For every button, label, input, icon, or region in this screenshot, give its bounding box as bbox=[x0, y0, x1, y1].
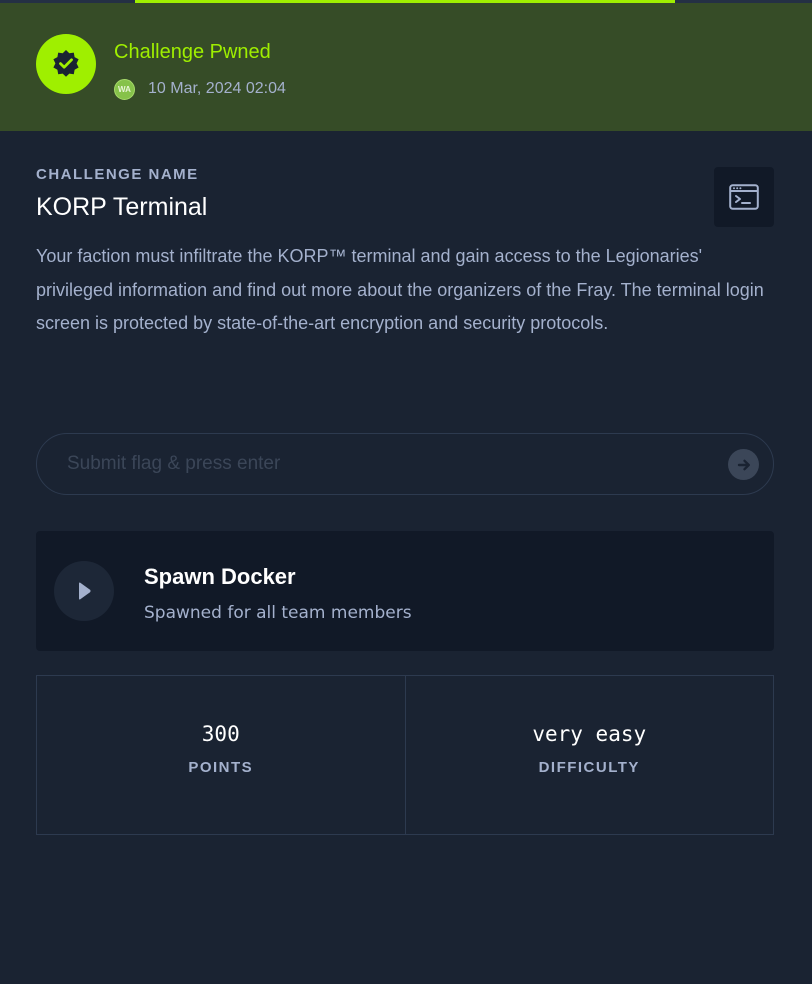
spawn-docker-button[interactable] bbox=[54, 561, 114, 621]
challenge-title: KORP Terminal bbox=[36, 193, 208, 221]
flag-input[interactable] bbox=[67, 434, 707, 494]
challenge-name-label: CHALLENGE NAME bbox=[36, 166, 199, 183]
avatar[interactable]: WA bbox=[114, 78, 135, 100]
spawn-docker-card: Spawn Docker Spawned for all team member… bbox=[36, 531, 774, 651]
points-label: POINTS bbox=[188, 759, 254, 776]
banner-title: Challenge Pwned bbox=[114, 41, 271, 63]
pwned-banner: Challenge Pwned WA 10 Mar, 2024 02:04 bbox=[0, 3, 812, 131]
difficulty-value: very easy bbox=[532, 722, 647, 746]
arrow-right-icon bbox=[737, 459, 750, 470]
stat-difficulty: very easy DIFFICULTY bbox=[404, 676, 774, 834]
challenge-stats: 300 POINTS very easy DIFFICULTY bbox=[36, 675, 774, 835]
challenge-description: Your faction must infiltrate the KORP™ t… bbox=[36, 246, 764, 333]
points-value: 300 bbox=[201, 722, 240, 746]
spawn-docker-subtitle: Spawned for all team members bbox=[144, 603, 412, 623]
spawn-docker-title: Spawn Docker bbox=[144, 564, 296, 589]
stat-points: 300 POINTS bbox=[37, 676, 405, 834]
play-icon bbox=[79, 582, 91, 600]
terminal-button[interactable] bbox=[714, 167, 774, 227]
pwned-date: 10 Mar, 2024 02:04 bbox=[148, 80, 286, 97]
challenge-panel: Challenge Pwned WA 10 Mar, 2024 02:04 CH… bbox=[0, 0, 812, 984]
flag-input-container bbox=[36, 433, 774, 495]
submit-flag-button[interactable] bbox=[728, 449, 759, 480]
terminal-icon bbox=[729, 184, 759, 210]
banner-meta: WA 10 Mar, 2024 02:04 bbox=[114, 78, 286, 100]
verified-badge-icon bbox=[36, 34, 96, 94]
difficulty-label: DIFFICULTY bbox=[538, 759, 640, 776]
